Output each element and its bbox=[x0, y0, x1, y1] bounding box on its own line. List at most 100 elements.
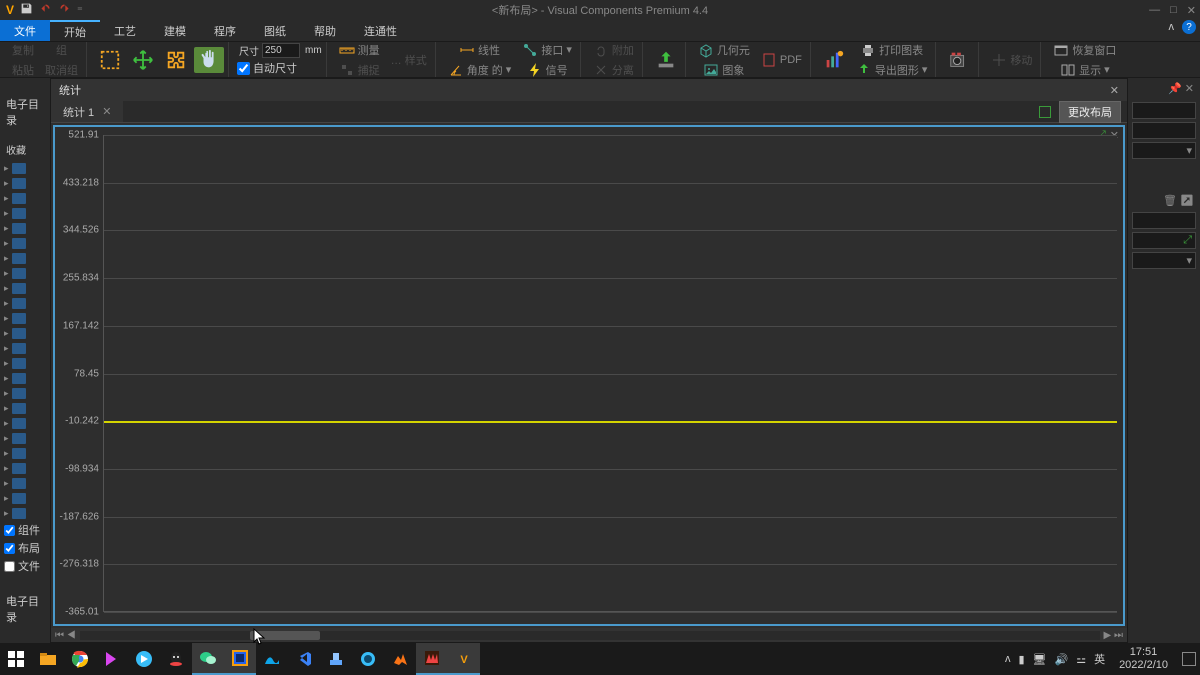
check-layout[interactable]: 布局 bbox=[0, 539, 50, 557]
battery-icon[interactable]: ▮ bbox=[1018, 653, 1024, 666]
puzzle-icon[interactable] bbox=[161, 47, 191, 73]
folder-item[interactable]: ▸ bbox=[0, 416, 50, 431]
vmware-icon[interactable] bbox=[224, 643, 256, 675]
prop-row[interactable]: ▾ bbox=[1132, 252, 1196, 269]
import-button[interactable] bbox=[651, 47, 681, 73]
folder-item[interactable]: ▸ bbox=[0, 296, 50, 311]
size-input[interactable] bbox=[262, 43, 300, 58]
folder-item[interactable]: ▸ bbox=[0, 506, 50, 521]
move-select-icon[interactable] bbox=[128, 47, 158, 73]
geometry-button[interactable]: 几何元 bbox=[694, 40, 754, 60]
tab-close-icon[interactable]: ✕ bbox=[102, 105, 111, 118]
change-layout-button[interactable]: 更改布局 bbox=[1059, 101, 1121, 123]
angle-button[interactable]: 角度 的▾ bbox=[444, 60, 516, 80]
qat-dropdown-icon[interactable]: ⁼ bbox=[77, 4, 83, 17]
tab-process[interactable]: 工艺 bbox=[100, 20, 150, 41]
app-icon-4[interactable] bbox=[352, 643, 384, 675]
folder-item[interactable]: ▸ bbox=[0, 266, 50, 281]
file-tab[interactable]: 文件 bbox=[0, 20, 50, 41]
undo-icon[interactable] bbox=[39, 2, 52, 18]
folder-item[interactable]: ▸ bbox=[0, 326, 50, 341]
folder-item[interactable]: ▸ bbox=[0, 161, 50, 176]
pdf-button[interactable]: PDF bbox=[757, 50, 806, 70]
folder-item[interactable]: ▸ bbox=[0, 176, 50, 191]
collapse-ribbon-icon[interactable]: ʌ bbox=[1169, 21, 1175, 33]
signal-button[interactable]: 信号 bbox=[518, 60, 576, 80]
tab-help[interactable]: 帮助 bbox=[300, 20, 350, 41]
pin-icon[interactable]: 📌 ✕ bbox=[1128, 78, 1200, 99]
prop-row[interactable] bbox=[1132, 212, 1196, 229]
wireshark-icon[interactable] bbox=[256, 643, 288, 675]
app-icon-3[interactable] bbox=[320, 643, 352, 675]
stats-tab-1[interactable]: 统计 1✕ bbox=[51, 101, 123, 122]
interface-button[interactable]: 接口▾ bbox=[518, 40, 576, 60]
folder-item[interactable]: ▸ bbox=[0, 401, 50, 416]
wechat-icon[interactable] bbox=[192, 643, 224, 675]
folder-item[interactable]: ▸ bbox=[0, 206, 50, 221]
vc-app-icon[interactable]: V bbox=[448, 643, 480, 675]
explorer-icon[interactable] bbox=[32, 643, 64, 675]
plot-area[interactable] bbox=[103, 135, 1117, 612]
ime-indicator[interactable]: 英 bbox=[1094, 651, 1105, 667]
scrollbar-thumb[interactable] bbox=[250, 631, 320, 640]
vscode-icon[interactable] bbox=[288, 643, 320, 675]
qq-icon[interactable] bbox=[160, 643, 192, 675]
folder-item[interactable]: ▸ bbox=[0, 446, 50, 461]
measure-button[interactable]: 测量 bbox=[335, 40, 384, 60]
folder-item[interactable]: ▸ bbox=[0, 341, 50, 356]
linear-button[interactable]: 线性 bbox=[444, 40, 516, 60]
prop-row[interactable] bbox=[1132, 122, 1196, 139]
folder-item[interactable]: ▸ bbox=[0, 476, 50, 491]
print-chart-button[interactable]: 打印图表 bbox=[852, 40, 932, 60]
save-icon[interactable] bbox=[20, 2, 33, 18]
app-icon-2[interactable] bbox=[128, 643, 160, 675]
matlab-icon[interactable] bbox=[384, 643, 416, 675]
stats-close-icon[interactable]: ✕ bbox=[1110, 84, 1119, 97]
rect-select-icon[interactable] bbox=[95, 47, 125, 73]
folder-item[interactable]: ▸ bbox=[0, 251, 50, 266]
clock[interactable]: 17:51 2022/2/10 bbox=[1113, 646, 1174, 672]
layout-indicator-icon[interactable] bbox=[1039, 106, 1051, 118]
tab-drawing[interactable]: 图纸 bbox=[250, 20, 300, 41]
trash-icon[interactable]: 🗑 ↗ bbox=[1128, 192, 1200, 209]
folder-item[interactable]: ▸ bbox=[0, 371, 50, 386]
scroll-left-icon[interactable]: ⏮ ◀ bbox=[55, 630, 76, 641]
folder-item[interactable]: ▸ bbox=[0, 356, 50, 371]
hand-icon[interactable] bbox=[194, 47, 224, 73]
tab-start[interactable]: 开始 bbox=[50, 20, 100, 41]
folder-item[interactable]: ▸ bbox=[0, 491, 50, 506]
prop-row[interactable]: ⤢ bbox=[1132, 232, 1196, 249]
close-icon[interactable]: ✕ bbox=[1187, 4, 1196, 17]
chrome-icon[interactable] bbox=[64, 643, 96, 675]
maximize-icon[interactable]: □ bbox=[1170, 4, 1177, 17]
prop-row[interactable] bbox=[1132, 102, 1196, 119]
minimize-icon[interactable]: — bbox=[1149, 4, 1160, 17]
tab-program[interactable]: 程序 bbox=[200, 20, 250, 41]
check-file[interactable]: 文件 bbox=[0, 557, 50, 575]
check-components[interactable]: 组件 bbox=[0, 521, 50, 539]
wifi-icon[interactable]: ⚍ bbox=[1076, 653, 1086, 666]
show-button[interactable]: 显示▾ bbox=[1049, 60, 1120, 80]
tab-model[interactable]: 建模 bbox=[150, 20, 200, 41]
notifications-icon[interactable] bbox=[1182, 652, 1196, 666]
app-icon-1[interactable] bbox=[96, 643, 128, 675]
help-icon[interactable]: ? bbox=[1182, 20, 1196, 34]
camera-icon[interactable] bbox=[944, 47, 974, 73]
folder-item[interactable]: ▸ bbox=[0, 281, 50, 296]
folder-item[interactable]: ▸ bbox=[0, 461, 50, 476]
prop-row[interactable]: ▾ bbox=[1132, 142, 1196, 159]
redo-icon[interactable] bbox=[58, 2, 71, 18]
wps-icon[interactable] bbox=[416, 643, 448, 675]
folder-item[interactable]: ▸ bbox=[0, 236, 50, 251]
image-button[interactable]: 图象 bbox=[694, 60, 754, 80]
folder-item[interactable]: ▸ bbox=[0, 311, 50, 326]
restore-window-button[interactable]: 恢复窗口 bbox=[1049, 40, 1120, 60]
folder-item[interactable]: ▸ bbox=[0, 431, 50, 446]
network-icon[interactable]: 🖥 bbox=[1033, 653, 1047, 666]
folder-item[interactable]: ▸ bbox=[0, 386, 50, 401]
tab-connectivity[interactable]: 连通性 bbox=[350, 20, 411, 41]
folder-item[interactable]: ▸ bbox=[0, 221, 50, 236]
scroll-right-icon[interactable]: ▶ ⏭ bbox=[1104, 630, 1123, 641]
autosize-checkbox[interactable]: 自动尺寸 bbox=[237, 60, 322, 76]
volume-icon[interactable]: 🔊 bbox=[1054, 653, 1068, 666]
